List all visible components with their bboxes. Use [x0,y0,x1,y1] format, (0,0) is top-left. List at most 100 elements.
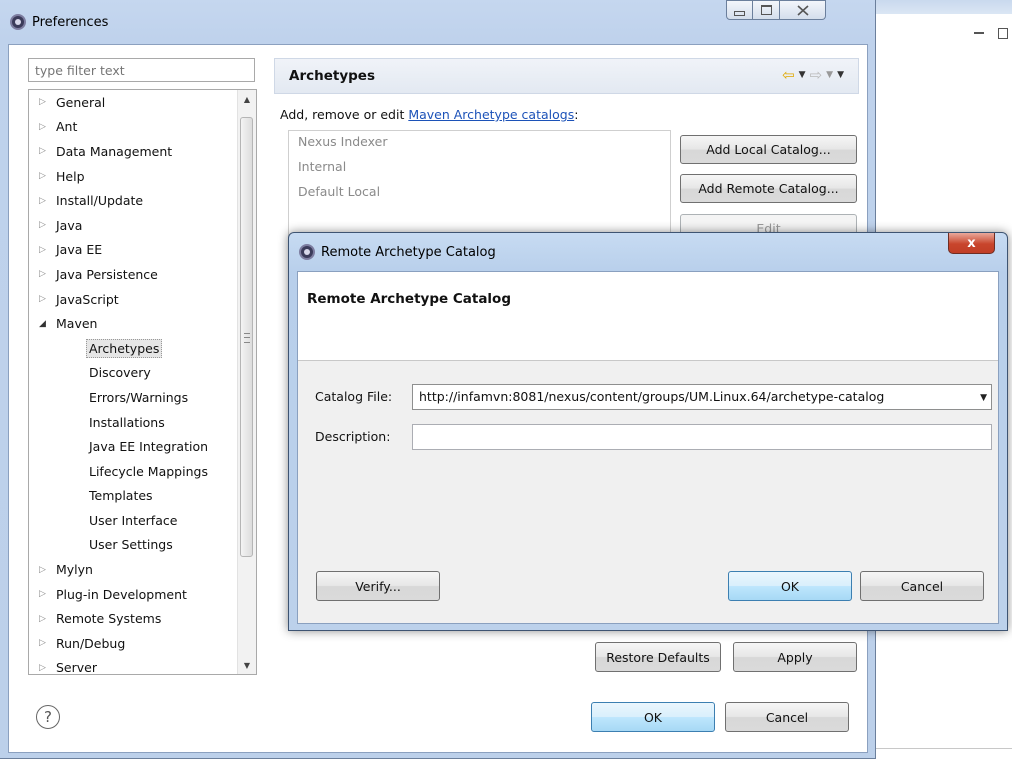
maximize-button[interactable] [753,0,780,20]
page-navigation: ⇦ ▼ ⇨ ▼ ▼ [782,66,844,84]
tree-child-item[interactable]: Lifecycle Mappings [29,459,239,484]
minimize-button[interactable] [726,0,753,20]
page-title: Archetypes [289,68,375,84]
view-menu-icon[interactable]: ▼ [837,70,844,80]
collapsed-arrow-icon[interactable]: ▷ [37,565,48,575]
collapsed-arrow-icon[interactable]: ▷ [37,196,48,206]
tree-item[interactable]: ◢ Maven [29,311,239,336]
tree-item[interactable]: ▷ Ant [29,115,239,140]
collapsed-arrow-icon[interactable]: ▷ [37,146,48,156]
tree-item-label: User Settings [89,537,173,553]
forward-arrow-icon[interactable]: ⇨ [810,66,823,84]
add-remote-catalog-button[interactable]: Add Remote Catalog... [680,174,857,203]
close-icon [796,4,809,16]
tree-item-label: Install/Update [56,193,144,209]
tree-item-label: Server [56,660,97,675]
tree-item[interactable]: ▷ Plug-in Development [29,582,239,607]
list-item[interactable]: Nexus Indexer [289,131,670,156]
maximize-view-icon[interactable] [998,28,1008,39]
tree-item-label: JavaScript [56,291,119,307]
collapsed-arrow-icon[interactable]: ▷ [37,614,48,624]
tree-item-label: Plug-in Development [56,586,187,602]
tree-item[interactable]: ▷ Data Management [29,139,239,164]
collapsed-arrow-icon[interactable]: ▷ [37,220,48,230]
list-item[interactable]: Default Local [289,181,670,206]
collapsed-arrow-icon[interactable]: ▷ [37,663,48,673]
collapsed-arrow-icon[interactable]: ▷ [37,589,48,599]
tree-item[interactable]: ▷ Java Persistence [29,262,239,287]
tree-child-item[interactable]: Templates [29,484,239,509]
tree-item[interactable]: ▷ Java EE [29,238,239,263]
description-field[interactable] [412,424,992,450]
catalog-file-combo[interactable]: http://infamvn:8081/nexus/content/groups… [412,384,992,410]
tree-item[interactable]: ▷ Mylyn [29,557,239,582]
tree-item[interactable]: ▷ Server [29,656,239,675]
tree-child-item[interactable]: User Interface [29,508,239,533]
tree-item[interactable]: ▷ JavaScript [29,287,239,312]
minimize-view-icon[interactable] [974,32,984,37]
archetype-catalogs-link[interactable]: Maven Archetype catalogs [408,107,574,122]
eclipse-icon [299,244,315,260]
dialog-close-button[interactable]: x [948,233,995,254]
minimize-icon [734,10,745,16]
tree-item-label: Remote Systems [56,611,162,627]
tree-item-label: Data Management [56,143,173,159]
verify-button[interactable]: Verify... [316,571,440,601]
tree-scrollbar[interactable]: ▲ ▼ [237,90,256,674]
collapsed-arrow-icon[interactable]: ▷ [37,245,48,255]
collapsed-arrow-icon[interactable]: ▷ [37,638,48,648]
forward-dropdown-icon[interactable]: ▼ [826,70,833,80]
collapsed-arrow-icon[interactable]: ▷ [37,269,48,279]
filter-input[interactable] [28,58,255,82]
window-title: Preferences [32,14,109,30]
tree-child-item[interactable]: Discovery [29,361,239,386]
tree-child-item[interactable]: Installations [29,410,239,435]
close-button[interactable] [780,0,826,20]
catalog-file-value: http://infamvn:8081/nexus/content/groups… [419,389,885,404]
page-description: Add, remove or edit Maven Archetype cata… [280,107,578,122]
dialog-title: Remote Archetype Catalog [321,244,496,260]
scroll-up-icon[interactable]: ▲ [238,90,256,108]
collapsed-arrow-icon[interactable]: ▷ [37,294,48,304]
tree-item[interactable]: ▷ Install/Update [29,188,239,213]
tree-child-item[interactable]: User Settings [29,533,239,558]
tree-item-label: Java [56,217,83,233]
back-dropdown-icon[interactable]: ▼ [799,70,806,80]
help-icon[interactable]: ? [36,705,60,729]
tree-child-item[interactable]: Archetypes [29,336,239,361]
apply-button[interactable]: Apply [733,642,857,672]
tree-item-label: Discovery [89,365,151,381]
tree-item[interactable]: ▷ General [29,90,239,115]
scroll-thumb[interactable] [240,117,253,557]
tree-child-item[interactable]: Errors/Warnings [29,385,239,410]
add-local-catalog-button[interactable]: Add Local Catalog... [680,135,857,164]
collapsed-arrow-icon[interactable]: ▷ [37,122,48,132]
collapsed-arrow-icon[interactable]: ▷ [37,171,48,181]
background-window-titlebar [876,0,1012,14]
dialog-cancel-button[interactable]: Cancel [860,571,984,601]
scroll-down-icon[interactable]: ▼ [238,656,256,674]
list-item[interactable]: Internal [289,156,670,181]
tree-item-label: Help [56,168,85,184]
tree-item[interactable]: ▷ Run/Debug [29,631,239,656]
tree-item-label: Errors/Warnings [89,389,189,405]
tree-item-label: Lifecycle Mappings [89,463,208,479]
dialog-ok-button[interactable]: OK [728,571,852,601]
restore-defaults-button[interactable]: Restore Defaults [595,642,721,672]
tree-item-label: Templates [89,488,153,504]
expanded-arrow-icon[interactable]: ◢ [37,319,48,329]
tree-item[interactable]: ▷ Java [29,213,239,238]
description-label: Description: [315,429,391,444]
collapsed-arrow-icon[interactable]: ▷ [37,97,48,107]
tree-item-label: Run/Debug [56,635,126,651]
tree-child-item[interactable]: Java EE Integration [29,434,239,459]
tree-item[interactable]: ▷ Remote Systems [29,606,239,631]
ok-button[interactable]: OK [591,702,715,732]
back-arrow-icon[interactable]: ⇦ [782,66,795,84]
cancel-button[interactable]: Cancel [725,702,849,732]
chevron-down-icon[interactable]: ▼ [980,393,987,403]
tree-item[interactable]: ▷ Help [29,164,239,189]
tree-item-label: Java EE Integration [89,439,209,455]
intro-text: Add, remove or edit [280,107,409,122]
intro-suffix: : [574,107,579,122]
